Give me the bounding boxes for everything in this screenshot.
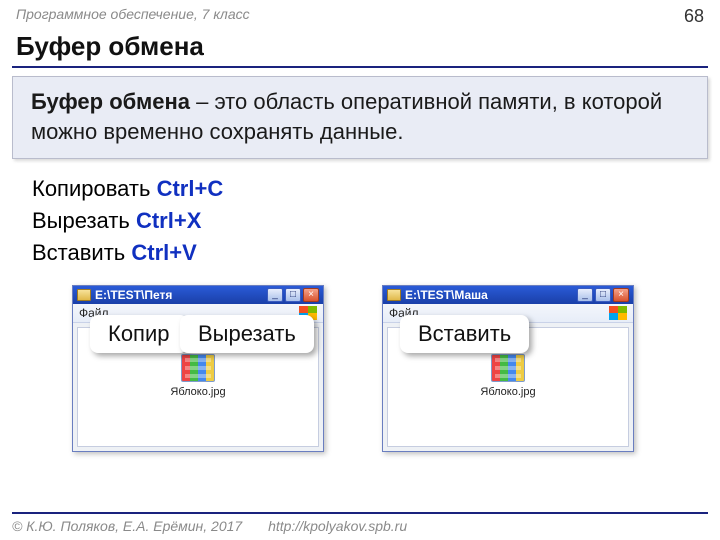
titlebar-right: E:\TEST\Маша _ □ × [383,286,633,304]
window-title-left: E:\TEST\Петя [95,288,263,302]
maximize-button[interactable]: □ [285,288,301,302]
page-title: Буфер обмена [0,29,720,66]
close-button[interactable]: × [613,288,629,302]
folder-icon [387,289,401,301]
windows-logo-icon [609,306,627,320]
header-meta: Программное обеспечение, 7 класс 68 [0,0,720,29]
page-number: 68 [684,6,704,27]
file-item-left[interactable]: Яблоко.jpg [158,354,238,398]
course-label: Программное обеспечение, 7 класс [16,6,250,27]
title-rule [12,66,708,68]
file-name-left: Яблоко.jpg [158,386,238,398]
minimize-button[interactable]: _ [267,288,283,302]
image-file-icon [491,354,525,382]
windows-area: E:\TEST\Петя _ □ × Файл Яблоко.jpg E:\TE… [0,285,720,495]
close-button[interactable]: × [303,288,319,302]
shortcut-cut: Вырезать Ctrl+X [32,205,720,237]
window-title-right: E:\TEST\Маша [405,288,573,302]
shortcut-cut-label: Вырезать [32,208,136,233]
file-item-right[interactable]: Яблоко.jpg [468,354,548,398]
shortcut-paste-label: Вставить [32,240,131,265]
titlebar-left: E:\TEST\Петя _ □ × [73,286,323,304]
maximize-button[interactable]: □ [595,288,611,302]
explorer-window-left: E:\TEST\Петя _ □ × Файл Яблоко.jpg [72,285,324,452]
shortcut-cut-kbd: Ctrl+X [136,208,201,233]
callout-paste: Вставить [400,315,529,353]
shortcut-paste-kbd: Ctrl+V [131,240,196,265]
callout-cut: Вырезать [180,315,314,353]
window-buttons: _ □ × [267,288,319,302]
footer: © К.Ю. Поляков, Е.А. Ерёмин, 2017 http:/… [12,512,708,534]
definition-term: Буфер обмена [31,89,190,114]
footer-url: http://kpolyakov.spb.ru [268,518,407,534]
file-name-right: Яблоко.jpg [468,386,548,398]
shortcut-copy-label: Копировать [32,176,157,201]
definition-box: Буфер обмена – это область оперативной п… [12,76,708,159]
shortcut-copy: Копировать Ctrl+C [32,173,720,205]
footer-authors: © К.Ю. Поляков, Е.А. Ерёмин, 2017 [12,518,242,534]
explorer-window-right: E:\TEST\Маша _ □ × Файл Яблоко.jpg [382,285,634,452]
shortcuts-list: Копировать Ctrl+C Вырезать Ctrl+X Встави… [0,169,720,279]
shortcut-copy-kbd: Ctrl+C [157,176,224,201]
minimize-button[interactable]: _ [577,288,593,302]
window-buttons: _ □ × [577,288,629,302]
callout-copy: Копир [90,315,188,353]
folder-icon [77,289,91,301]
image-file-icon [181,354,215,382]
shortcut-paste: Вставить Ctrl+V [32,237,720,269]
